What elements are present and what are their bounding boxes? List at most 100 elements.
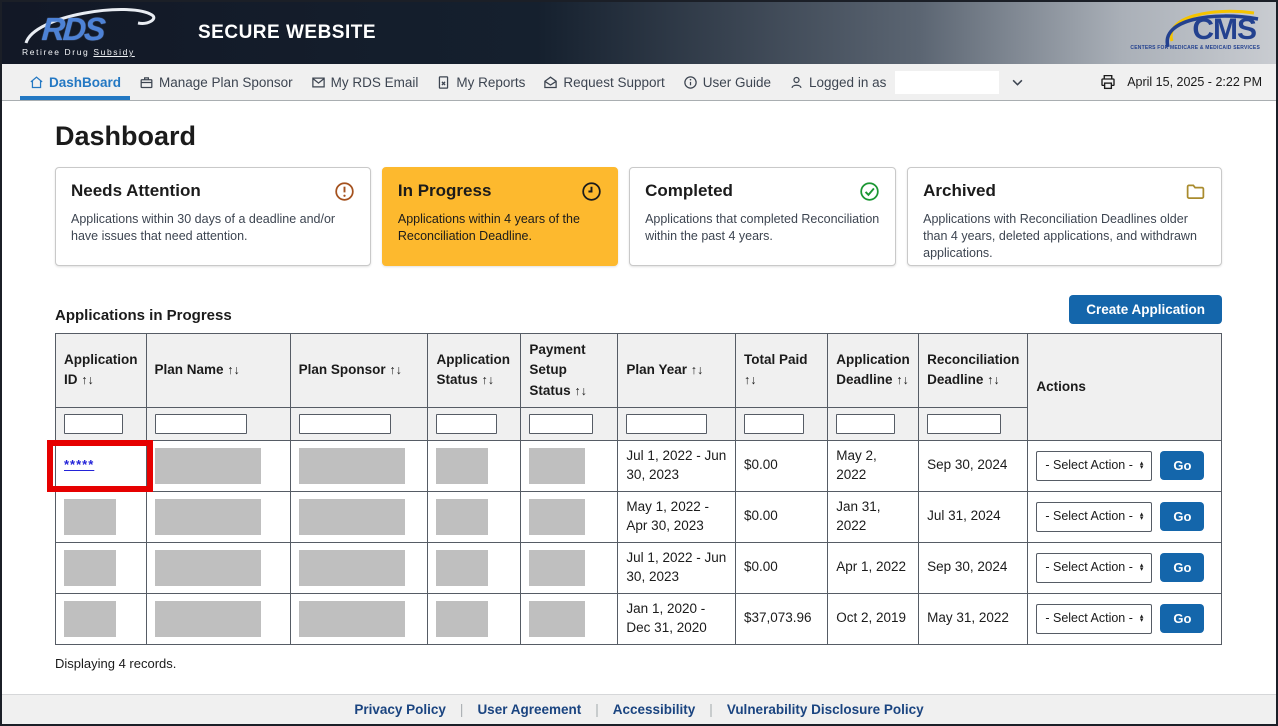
redacted-application-id	[64, 499, 116, 535]
application-deadline-cell: May 2, 2022	[828, 440, 919, 491]
select-action-dropdown[interactable]: - Select Action -▴▾	[1036, 553, 1152, 583]
nav-item-request-support[interactable]: Request Support	[534, 64, 673, 100]
card-description: Applications that completed Reconciliati…	[645, 211, 880, 245]
select-action-dropdown[interactable]: - Select Action -▴▾	[1036, 604, 1152, 634]
sort-icon[interactable]: ↑↓	[481, 373, 494, 387]
filter-input-payment-setup-status[interactable]	[529, 414, 593, 434]
col-application-id[interactable]: Application ID ↑↓	[56, 334, 147, 408]
col-plan-name[interactable]: Plan Name ↑↓	[146, 334, 290, 408]
reconciliation-deadline-cell: Jul 31, 2024	[919, 491, 1028, 542]
col-actions: Actions	[1028, 334, 1222, 441]
col-application-status[interactable]: Application Status ↑↓	[428, 334, 521, 408]
nav-item-my-reports[interactable]: My Reports	[427, 64, 534, 100]
col-payment-setup-status[interactable]: Payment Setup Status ↑↓	[521, 334, 618, 408]
plan-year-cell: Jul 1, 2022 - Jun 30, 2023	[618, 440, 736, 491]
card-needs-attention[interactable]: Needs Attention Applications within 30 d…	[55, 167, 371, 266]
total-paid-cell: $0.00	[736, 440, 828, 491]
select-arrows-icon: ▴▾	[1140, 564, 1144, 572]
sort-icon[interactable]: ↑↓	[987, 373, 1000, 387]
filter-input-application-id[interactable]	[64, 414, 123, 434]
filter-input-plan-name[interactable]	[155, 414, 247, 434]
go-button[interactable]: Go	[1160, 502, 1204, 531]
col-reconciliation-deadline[interactable]: Reconciliation Deadline ↑↓	[919, 334, 1028, 408]
footer: Privacy Policy| User Agreement| Accessib…	[2, 694, 1276, 724]
nav-item-my-rds-email[interactable]: My RDS Email	[302, 64, 428, 100]
card-completed[interactable]: Completed Applications that completed Re…	[629, 167, 896, 266]
table-row: May 1, 2022 - Apr 30, 2023 $0.00 Jan 31,…	[56, 491, 1222, 542]
go-button[interactable]: Go	[1160, 553, 1204, 582]
card-title: Needs Attention	[71, 181, 201, 201]
footer-link-privacy-policy[interactable]: Privacy Policy	[354, 702, 446, 717]
applications-table-heading: Applications in Progress	[55, 307, 232, 324]
redacted-plan-name	[155, 499, 261, 535]
sort-icon[interactable]: ↑↓	[574, 384, 587, 398]
filter-input-plan-year[interactable]	[626, 414, 706, 434]
folder-icon	[1185, 181, 1206, 202]
filter-input-application-status[interactable]	[436, 414, 497, 434]
go-button[interactable]: Go	[1160, 604, 1204, 633]
col-total-paid[interactable]: Total Paid ↑↓	[736, 334, 828, 408]
sort-icon[interactable]: ↑↓	[744, 373, 757, 387]
redacted-application-id	[64, 601, 116, 637]
footer-link-accessibility[interactable]: Accessibility	[613, 702, 696, 717]
sort-icon[interactable]: ↑↓	[227, 363, 240, 377]
footer-link-user-agreement[interactable]: User Agreement	[477, 702, 581, 717]
redacted-payment-setup-status	[529, 601, 585, 637]
redacted-plan-sponsor	[299, 499, 405, 535]
filter-input-application-deadline[interactable]	[836, 414, 895, 434]
file-report-icon	[436, 75, 451, 90]
redacted-application-id	[64, 550, 116, 586]
main-nav: DashBoard Manage Plan Sponsor My RDS Ema…	[2, 64, 1276, 101]
footer-link-vulnerability-disclosure-policy[interactable]: Vulnerability Disclosure Policy	[727, 702, 924, 717]
main-content: Dashboard Needs Attention Applications w…	[2, 101, 1276, 686]
application-id-link[interactable]: *****	[64, 457, 94, 472]
cms-tagline: CENTERS FOR MEDICARE & MEDICAID SERVICES	[1130, 45, 1260, 51]
total-paid-cell: $37,073.96	[736, 593, 828, 644]
plan-year-cell: Jan 1, 2020 - Dec 31, 2020	[618, 593, 736, 644]
printer-icon[interactable]	[1099, 73, 1117, 91]
current-datetime: April 15, 2025 - 2:22 PM	[1127, 75, 1262, 89]
select-action-dropdown[interactable]: - Select Action -▴▾	[1036, 502, 1152, 532]
redacted-payment-setup-status	[529, 550, 585, 586]
table-row: ***** Jul 1, 2022 - Jun 30, 2023 $0.00 M…	[56, 440, 1222, 491]
total-paid-cell: $0.00	[736, 542, 828, 593]
nav-item-dashboard[interactable]: DashBoard	[20, 64, 130, 100]
filter-input-plan-sponsor[interactable]	[299, 414, 391, 434]
select-arrows-icon: ▴▾	[1140, 615, 1144, 623]
sort-icon[interactable]: ↑↓	[389, 363, 402, 377]
rds-tagline: Retiree Drug Subsidy	[22, 47, 135, 57]
page-title: Dashboard	[55, 121, 1222, 152]
col-plan-sponsor[interactable]: Plan Sponsor ↑↓	[290, 334, 428, 408]
filter-input-total-paid[interactable]	[744, 414, 804, 434]
sort-icon[interactable]: ↑↓	[691, 363, 704, 377]
cms-acronym: CMS	[1192, 15, 1256, 45]
total-paid-cell: $0.00	[736, 491, 828, 542]
check-circle-icon	[859, 181, 880, 202]
redacted-plan-name	[155, 448, 261, 484]
chevron-down-icon	[1010, 75, 1025, 90]
nav-item-manage-plan-sponsor[interactable]: Manage Plan Sponsor	[130, 64, 302, 100]
logged-in-username-redacted	[895, 71, 999, 94]
table-row: Jan 1, 2020 - Dec 31, 2020 $37,073.96 Oc…	[56, 593, 1222, 644]
clock-icon	[581, 181, 602, 202]
go-button[interactable]: Go	[1160, 451, 1204, 480]
rds-logo[interactable]: RDS Retiree Drug Subsidy	[20, 5, 170, 61]
col-plan-year[interactable]: Plan Year ↑↓	[618, 334, 736, 408]
card-in-progress[interactable]: In Progress Applications within 4 years …	[382, 167, 618, 266]
create-application-button[interactable]: Create Application	[1069, 295, 1222, 324]
redacted-plan-sponsor	[299, 601, 405, 637]
select-action-dropdown[interactable]: - Select Action -▴▾	[1036, 451, 1152, 481]
card-description: Applications within 30 days of a deadlin…	[71, 211, 355, 245]
card-description: Applications within 4 years of the Recon…	[398, 211, 602, 245]
redacted-application-status	[436, 499, 488, 535]
nav-item-user-guide[interactable]: User Guide	[674, 64, 780, 100]
col-application-deadline[interactable]: Application Deadline ↑↓	[828, 334, 919, 408]
sort-icon[interactable]: ↑↓	[896, 373, 909, 387]
card-archived[interactable]: Archived Applications with Reconciliatio…	[907, 167, 1222, 266]
select-arrows-icon: ▴▾	[1140, 513, 1144, 521]
logged-in-as-dropdown[interactable]: Logged in as	[780, 64, 1034, 100]
sort-icon[interactable]: ↑↓	[81, 373, 94, 387]
filter-input-reconciliation-deadline[interactable]	[927, 414, 1001, 434]
application-deadline-cell: Apr 1, 2022	[828, 542, 919, 593]
status-cards: Needs Attention Applications within 30 d…	[55, 167, 1222, 266]
